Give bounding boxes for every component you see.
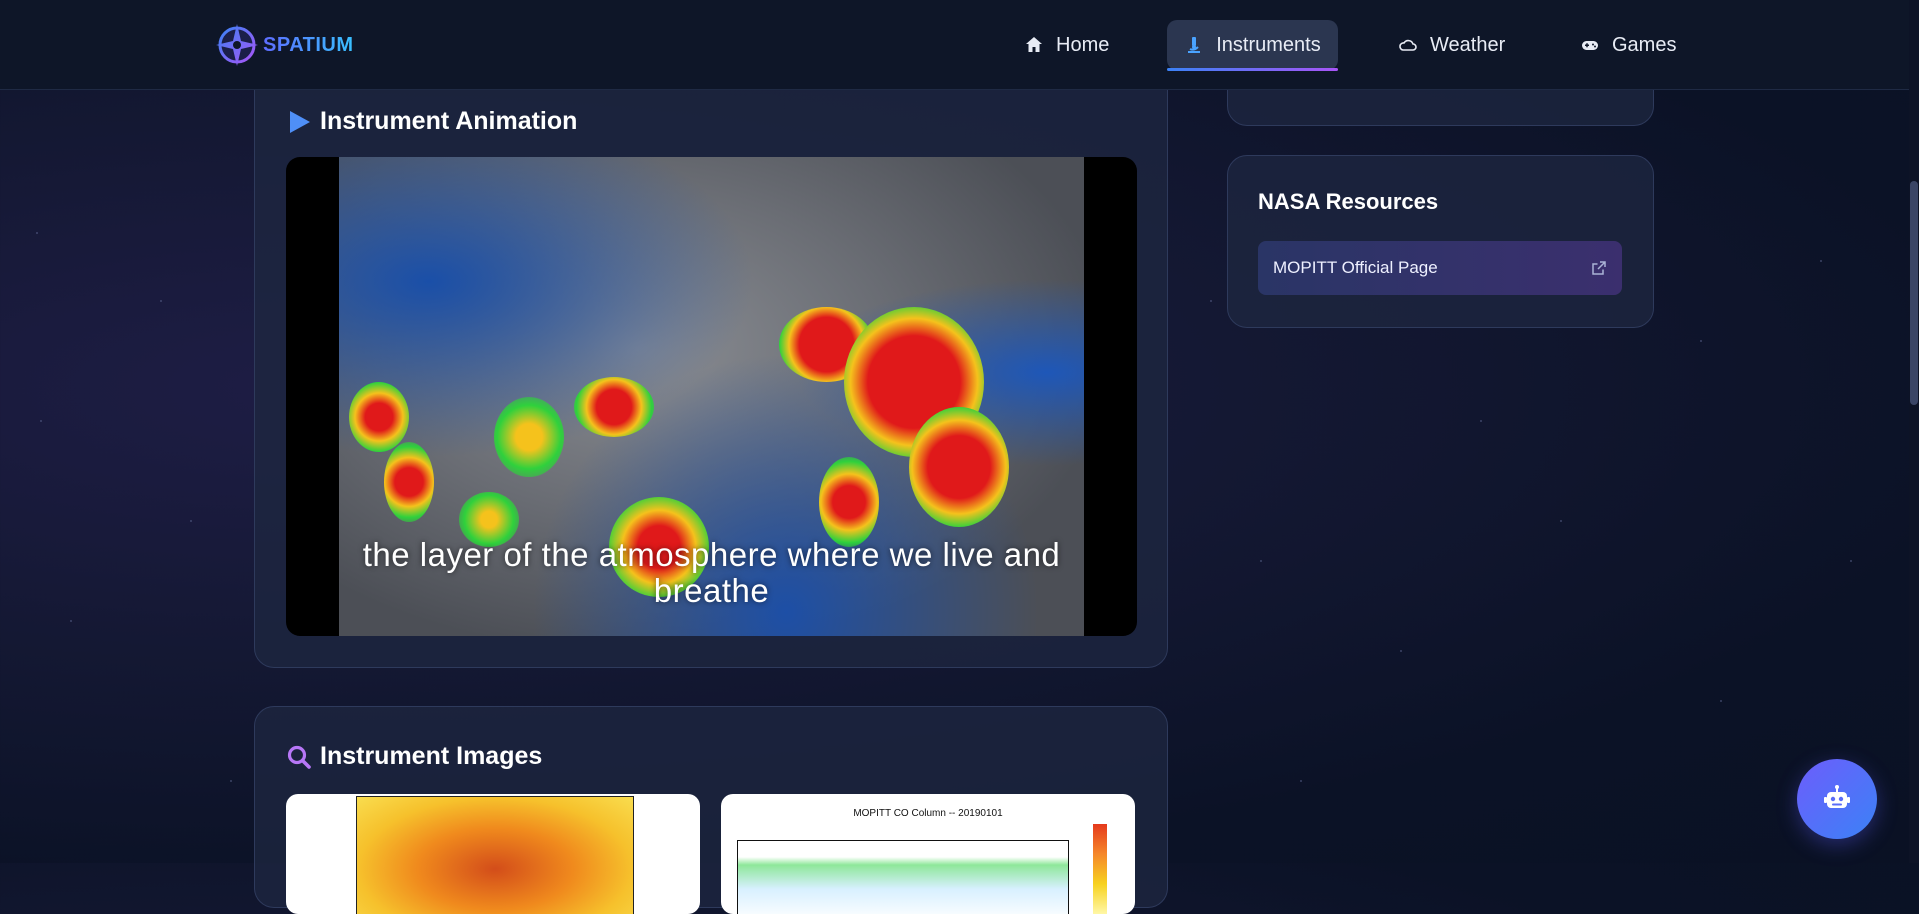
co-map-image: [737, 840, 1069, 914]
co-hotspot: [909, 407, 1009, 527]
nav-instruments[interactable]: Instruments: [1167, 20, 1338, 71]
play-icon: [290, 110, 310, 133]
co-hotspot: [349, 382, 409, 452]
nav-games[interactable]: Games: [1580, 20, 1680, 70]
brand-logo[interactable]: SPATIUM: [214, 22, 354, 68]
co-hotspot: [494, 397, 564, 477]
animation-heading: Instrument Animation: [286, 107, 577, 136]
microscope-icon: [1188, 37, 1201, 53]
top-navbar: SPATIUM Home Instruments Weather Games: [0, 0, 1909, 90]
nav-games-label: Games: [1612, 33, 1677, 56]
cloud-icon: [1399, 39, 1417, 51]
images-heading: Instrument Images: [286, 742, 542, 771]
color-legend: [1093, 824, 1107, 914]
co-hotspot: [819, 457, 879, 547]
co-hotspot: [384, 442, 434, 522]
video-frame-co-map: the layer of the atmosphere where we liv…: [339, 157, 1084, 636]
resources-title: NASA Resources: [1258, 189, 1439, 214]
co-map-image: [356, 796, 634, 914]
instrument-animation-card: Instrument Animation the layer of the at…: [254, 60, 1168, 668]
nav-instruments-label: Instruments: [1216, 33, 1321, 56]
external-link-icon: [1592, 261, 1606, 275]
nav-home-label: Home: [1056, 33, 1110, 56]
chatbot-button[interactable]: [1797, 759, 1877, 839]
instrument-image-thumbnail[interactable]: MOPITT CO Column -- 20190101: [721, 794, 1135, 914]
thumbnail-title: MOPITT CO Column -- 20190101: [853, 808, 1003, 819]
nasa-resources-card: NASA Resources MOPITT Official Page: [1227, 155, 1654, 328]
robot-icon: [1824, 785, 1850, 808]
search-icon: [287, 745, 311, 769]
video-caption: the layer of the atmosphere where we liv…: [362, 536, 1061, 609]
gamepad-icon: [1582, 41, 1598, 50]
nav-home[interactable]: Home: [1024, 20, 1114, 70]
mopitt-official-link[interactable]: MOPITT Official Page: [1258, 241, 1622, 295]
co-hotspot: [574, 377, 654, 437]
page-scrollbar[interactable]: [1909, 0, 1919, 863]
animation-title: Instrument Animation: [320, 107, 578, 135]
instrument-images-card: Instrument Images MOPITT CO Column -- 20…: [254, 706, 1168, 914]
brand-name: SPATIUM: [263, 33, 354, 56]
nav-weather[interactable]: Weather: [1398, 20, 1508, 70]
images-title: Instrument Images: [320, 742, 543, 770]
compass-logo-icon: [216, 24, 258, 66]
resource-link-label: MOPITT Official Page: [1273, 258, 1438, 277]
instrument-image-thumbnail[interactable]: [286, 794, 700, 914]
scrollbar-thumb[interactable]: [1910, 181, 1918, 405]
nav-weather-label: Weather: [1430, 33, 1506, 56]
animation-video-player[interactable]: the layer of the atmosphere where we liv…: [286, 157, 1137, 636]
home-icon: [1026, 37, 1042, 52]
